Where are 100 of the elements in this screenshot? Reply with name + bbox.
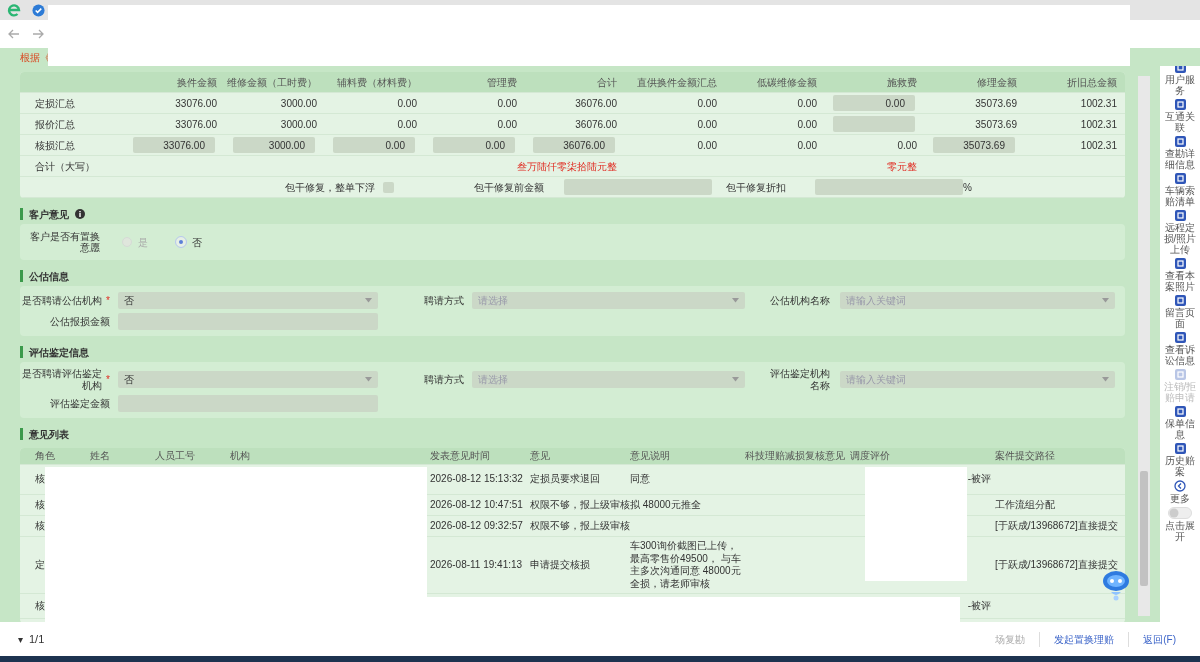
table-cell: 2026-08-11 19:41:13 bbox=[430, 558, 523, 572]
section-marker bbox=[20, 428, 23, 440]
table-cell: 核 bbox=[35, 498, 45, 512]
table-cell-text: 36076.00 bbox=[575, 96, 617, 111]
table-cell-text: 33076.00 bbox=[175, 117, 217, 132]
table-cell-text: 0.00 bbox=[797, 96, 817, 111]
checkbox-label: 包干修复，整单下浮 bbox=[284, 180, 375, 195]
table-cell: 申请提交核损 bbox=[530, 558, 590, 572]
sidebar-item[interactable]: 查看诉讼信息 bbox=[1161, 332, 1199, 366]
table-cell-text: 35073.69 bbox=[975, 117, 1017, 132]
column-header: 姓名 bbox=[90, 448, 155, 465]
square-icon bbox=[1174, 99, 1186, 110]
column-header: 管理费 bbox=[417, 72, 517, 93]
table-cell-text: 3000.00 bbox=[280, 96, 317, 111]
table-cell-text: 0.00 bbox=[797, 117, 817, 132]
square-icon bbox=[1174, 332, 1186, 343]
readonly-field[interactable]: 0.00 bbox=[833, 95, 915, 111]
field-label: 是否聘请评估鉴定机构 bbox=[21, 368, 103, 391]
select-field[interactable]: 否 bbox=[118, 292, 378, 309]
sidebar-item[interactable]: 远程定损/照片上传 bbox=[1161, 210, 1199, 255]
action-link[interactable]: 返回(F) bbox=[1128, 631, 1190, 647]
table-cell-text: 0.00 bbox=[397, 96, 417, 111]
sidebar-item[interactable]: 互通关联 bbox=[1161, 99, 1199, 133]
back-circle-icon bbox=[1174, 480, 1186, 492]
field-label: 聘请方式 bbox=[424, 373, 464, 386]
table-cell: -被评 bbox=[967, 599, 991, 613]
caret-icon bbox=[1102, 377, 1109, 382]
table-cell: 权限不够，报上级审核 bbox=[530, 498, 630, 512]
table-cell: 核 bbox=[35, 519, 45, 533]
section-title: 公估信息 bbox=[29, 269, 69, 284]
field-label: 包干修复折扣 bbox=[726, 180, 787, 195]
readonly-field[interactable]: 0.00 bbox=[433, 137, 515, 153]
forward-arrow-icon[interactable] bbox=[32, 28, 44, 40]
readonly-field[interactable]: 0.00 bbox=[333, 137, 415, 153]
column-header: 低碳维修金额 bbox=[717, 72, 817, 93]
caret-icon bbox=[365, 377, 372, 382]
table-cell-text: 0.00 bbox=[897, 138, 917, 153]
page-indicator: 1/1 bbox=[29, 631, 45, 647]
readonly-field[interactable]: 35073.69 bbox=[933, 137, 1015, 153]
radio-label: 是 bbox=[138, 235, 148, 250]
sidebar-item[interactable]: 保单信息 bbox=[1161, 406, 1199, 440]
column-header: 折旧总金额 bbox=[1017, 72, 1117, 93]
sidebar-item[interactable]: 查勘详细信息 bbox=[1161, 136, 1199, 170]
section-marker bbox=[20, 270, 23, 282]
square-icon bbox=[1174, 210, 1186, 221]
sidebar-item[interactable]: 更多 bbox=[1161, 480, 1199, 504]
table-cell-text: 0.00 bbox=[497, 96, 517, 111]
radio-button[interactable] bbox=[176, 237, 186, 247]
table-cell-text: 1002.31 bbox=[1080, 138, 1117, 153]
expand-toggle[interactable]: ▾ bbox=[18, 631, 23, 647]
select-field[interactable]: 否 bbox=[118, 371, 378, 388]
table-cell: 同意 bbox=[630, 473, 650, 486]
square-icon bbox=[1174, 258, 1186, 269]
table-cell: [于跃成/13968672]直接提交 bbox=[995, 558, 1118, 572]
header-cell bbox=[1117, 72, 1125, 93]
sidebar-item[interactable]: 车辆索赔清单 bbox=[1161, 173, 1199, 207]
caret-icon bbox=[732, 377, 739, 382]
sidebar-item[interactable]: 用户服务 bbox=[1161, 66, 1199, 96]
table-cell-text: 0.00 bbox=[797, 138, 817, 153]
sidebar-item[interactable]: 历史赔案 bbox=[1161, 443, 1199, 477]
readonly-field[interactable]: 3000.00 bbox=[233, 137, 315, 153]
checkbox[interactable] bbox=[383, 181, 394, 193]
scrollbar[interactable] bbox=[1138, 76, 1150, 616]
table-cell: 2026-08-12 10:47:51 bbox=[430, 498, 523, 512]
scrollbar-thumb[interactable] bbox=[1140, 471, 1148, 586]
table-cell-text: 33076.00 bbox=[175, 96, 217, 111]
square-icon bbox=[1174, 443, 1186, 454]
column-header: 意见 bbox=[530, 448, 630, 465]
check-circle-icon[interactable] bbox=[32, 3, 45, 17]
table-cell: [于跃成/13968672]直接提交 bbox=[995, 519, 1118, 533]
column-header: 意见说明 bbox=[630, 448, 745, 465]
square-icon bbox=[1174, 295, 1186, 306]
column-header: 角色 bbox=[20, 448, 90, 465]
sidebar-item[interactable]: 留言页面 bbox=[1161, 295, 1199, 329]
square-icon bbox=[1174, 173, 1186, 184]
table-cell: 车300询价截图已上传，最高零售价49500， 与车主多次沟通同意 48000元全损，请老师审核 bbox=[630, 540, 741, 590]
readonly-field[interactable]: 33076.00 bbox=[133, 137, 215, 153]
table-cell-text: 3000.00 bbox=[280, 117, 317, 132]
row-label: 报价汇总 bbox=[35, 117, 75, 132]
column-header: 辅料费（材料费） bbox=[317, 72, 417, 93]
sidebar-item[interactable]: 查看本案照片 bbox=[1161, 258, 1199, 292]
required-mark: * bbox=[106, 373, 110, 386]
unit-label: % bbox=[963, 180, 972, 195]
square-icon bbox=[1174, 136, 1186, 147]
action-link[interactable]: 发起置换理赔 bbox=[1039, 631, 1129, 647]
browser-logo-icon[interactable] bbox=[6, 2, 22, 18]
back-arrow-icon[interactable] bbox=[8, 28, 20, 40]
discount-field[interactable] bbox=[815, 179, 963, 195]
amount-field[interactable] bbox=[564, 179, 712, 195]
toggle-switch[interactable]: 点击展开 bbox=[1161, 507, 1199, 542]
column-header: 机构 bbox=[230, 448, 430, 465]
field-label: 公估报损金额 bbox=[50, 315, 110, 328]
field-label: 客户是否有置换意愿 bbox=[29, 230, 100, 254]
table-cell: 定损员要求退回 bbox=[530, 473, 600, 486]
table-cell-text: 0.00 bbox=[697, 138, 717, 153]
section-title: 评估鉴定信息 bbox=[29, 345, 89, 360]
readonly-field[interactable]: 36076.00 bbox=[533, 137, 615, 153]
info-icon[interactable] bbox=[75, 209, 85, 219]
readonly-field[interactable] bbox=[833, 116, 915, 132]
caret-icon bbox=[732, 298, 739, 303]
